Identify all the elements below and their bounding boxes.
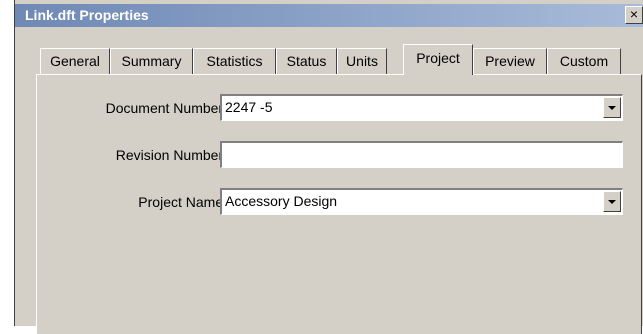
document-number-value: 2247 -5 <box>225 99 273 115</box>
tab-strip: General Summary Statistics Status Units … <box>40 44 640 75</box>
tab-general[interactable]: General <box>40 48 110 74</box>
project-name-label: Project Name: <box>138 194 227 210</box>
project-name-value: Accessory Design <box>225 193 338 209</box>
document-number-dropdown-button[interactable] <box>603 97 621 118</box>
tab-preview[interactable]: Preview <box>473 48 547 74</box>
close-icon: × <box>629 6 639 22</box>
tab-custom[interactable]: Custom <box>547 48 621 74</box>
project-name-row: Project Name: Accessory Design <box>37 188 643 216</box>
project-name-dropdown-button[interactable] <box>603 191 621 212</box>
revision-number-row: Revision Number: <box>37 141 643 169</box>
document-number-label: Document Number: <box>105 100 227 116</box>
chevron-down-icon <box>608 200 616 204</box>
revision-number-label: Revision Number: <box>115 147 227 163</box>
tab-statistics[interactable]: Statistics <box>193 48 276 74</box>
tab-summary[interactable]: Summary <box>110 48 193 74</box>
tab-units[interactable]: Units <box>337 48 387 74</box>
revision-number-input[interactable] <box>220 141 623 168</box>
document-number-combobox[interactable]: 2247 -5 <box>220 94 623 121</box>
document-number-row: Document Number: 2247 -5 <box>37 94 643 122</box>
project-name-combobox[interactable]: Accessory Design <box>220 188 623 215</box>
project-tab-panel: Document Number: 2247 -5 Revision Number… <box>36 74 642 334</box>
properties-dialog: Link.dft Properties × General Summary St… <box>14 0 643 334</box>
close-button[interactable]: × <box>625 6 643 24</box>
window-title: Link.dft Properties <box>25 7 149 23</box>
tab-project[interactable]: Project <box>403 44 473 75</box>
tab-status[interactable]: Status <box>276 48 337 74</box>
chevron-down-icon <box>608 106 616 110</box>
title-bar: Link.dft Properties × <box>15 4 643 27</box>
